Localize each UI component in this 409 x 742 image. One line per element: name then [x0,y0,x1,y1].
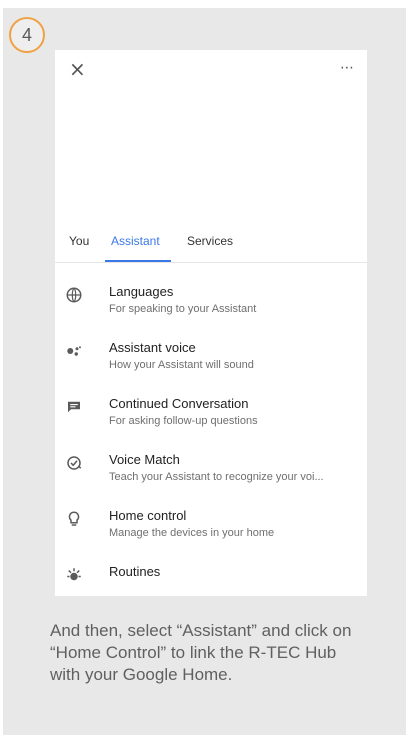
list-item-routines[interactable]: Routines [55,552,367,596]
globe-icon [66,287,82,303]
list-item-languages[interactable]: Languages For speaking to your Assistant [55,272,367,328]
item-title: Continued Conversation [109,396,249,411]
phone-screenshot: × ⋯ You Assistant Services Languages For… [55,50,367,596]
item-title: Languages [109,284,174,299]
list-item-home-control[interactable]: Home control Manage the devices in your … [55,496,367,552]
top-bar: × ⋯ [55,50,367,100]
item-title: Voice Match [109,452,180,467]
more-options-icon[interactable]: ⋯ [337,60,357,78]
instruction-caption: And then, select “Assistant” and click o… [50,621,352,684]
active-tab-indicator [105,260,171,262]
item-subtitle: Teach your Assistant to recognize your v… [109,471,324,483]
instruction-card: 4 × ⋯ You Assistant Services Languages F… [3,8,406,735]
item-title: Home control [109,508,187,523]
step-number: 4 [21,24,32,45]
step-number-badge: 4 [9,17,45,53]
voice-match-icon [67,456,82,470]
item-subtitle: For speaking to your Assistant [109,303,257,315]
tab-services[interactable]: Services [187,234,233,248]
routines-icon [67,568,81,581]
lightbulb-icon [68,511,80,526]
item-title: Assistant voice [109,340,196,355]
settings-tabs: You Assistant Services [55,226,367,263]
item-subtitle: Manage the devices in your home [109,527,275,539]
list-item-voice-match[interactable]: Voice Match Teach your Assistant to reco… [55,440,367,496]
chat-icon [68,401,80,413]
close-icon[interactable]: × [69,59,87,79]
list-item-continued-conversation[interactable]: Continued Conversation For asking follow… [55,384,367,440]
item-subtitle: For asking follow-up questions [109,415,258,427]
assistant-dots-icon [67,346,81,356]
item-title: Routines [109,564,161,579]
tab-assistant[interactable]: Assistant [111,234,160,248]
tab-you[interactable]: You [69,234,89,248]
list-item-assistant-voice[interactable]: Assistant voice How your Assistant will … [55,328,367,384]
item-subtitle: How your Assistant will sound [109,359,254,371]
